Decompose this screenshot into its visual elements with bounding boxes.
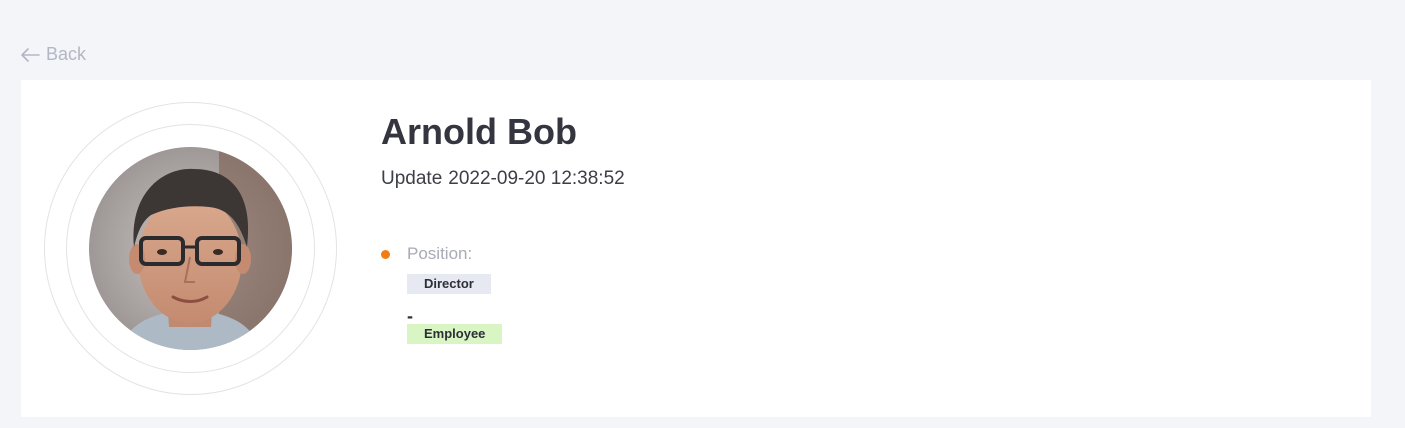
- profile-card: Arnold Bob Update 2022-09-20 12:38:52 Po…: [21, 80, 1371, 417]
- position-section: Position: Director - Employee: [381, 244, 503, 344]
- avatar-photo-icon: [89, 147, 292, 350]
- role-tag-employee: Employee: [407, 324, 503, 344]
- arrow-left-icon: [20, 47, 40, 62]
- back-label: Back: [46, 44, 87, 64]
- profile-name: Arnold Bob: [381, 111, 577, 152]
- role-tag-director: Director: [407, 274, 491, 294]
- bullet-icon: [381, 249, 390, 259]
- update-timestamp: 2022-09-20 12:38:52: [448, 168, 625, 189]
- update-line: Update 2022-09-20 12:38:52: [381, 168, 625, 190]
- avatar: [89, 147, 292, 350]
- update-label: Update: [381, 168, 443, 189]
- profile-info: Arnold Bob Update 2022-09-20 12:38:52: [381, 110, 625, 190]
- position-label: Position:: [407, 244, 473, 263]
- position-row: Position:: [381, 244, 502, 264]
- role-separator: -: [407, 306, 413, 326]
- back-link[interactable]: Back: [20, 44, 86, 65]
- avatar-container: [44, 102, 337, 395]
